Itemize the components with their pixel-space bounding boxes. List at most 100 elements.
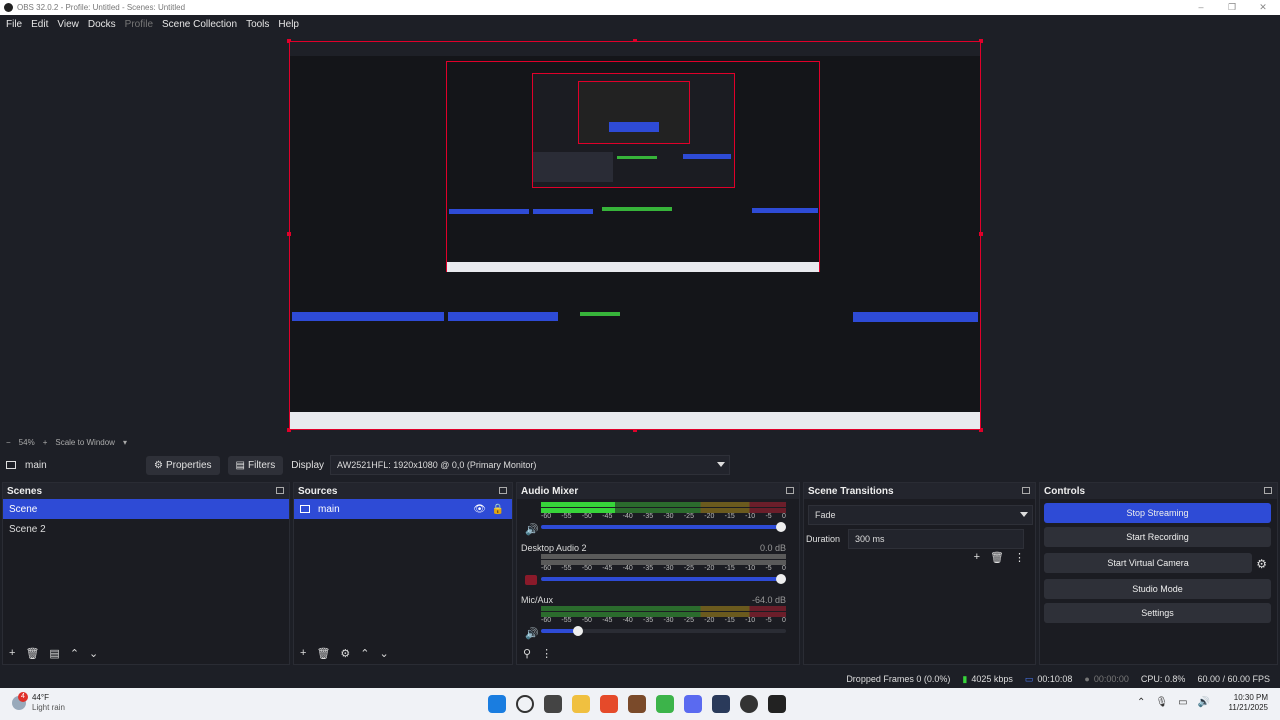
more-icon[interactable]: ⋮ xyxy=(541,647,552,660)
duration-label: Duration xyxy=(806,534,841,544)
windows-start-icon[interactable] xyxy=(488,695,506,713)
signal-icon: ▮ xyxy=(962,673,968,684)
rec-time-display: ● 00:00:00 xyxy=(1084,674,1128,684)
chevron-down-icon[interactable]: ▾ xyxy=(123,438,127,447)
nested-stop-button xyxy=(853,312,978,322)
undock-icon[interactable] xyxy=(786,487,794,494)
studio-mode-button[interactable]: Studio Mode xyxy=(1044,579,1271,599)
source-item[interactable]: main 👁 🔒 xyxy=(294,499,512,519)
search-icon[interactable] xyxy=(516,695,534,713)
start-recording-button[interactable]: Start Recording xyxy=(1044,527,1271,547)
move-up-icon[interactable]: ⌃ xyxy=(70,647,79,660)
muted-speaker-icon[interactable] xyxy=(525,575,537,585)
settings-button[interactable]: Settings xyxy=(1044,603,1271,623)
microphone-icon[interactable]: 🎙 xyxy=(1155,697,1168,708)
lock-icon[interactable]: 🔒 xyxy=(492,504,504,515)
more-icon[interactable]: ⋮ xyxy=(1014,551,1025,564)
minimize-button[interactable]: – xyxy=(1186,0,1216,15)
gear-icon[interactable]: ⚙ xyxy=(340,647,350,660)
scene-item-label: Scene 2 xyxy=(9,523,46,535)
menu-profile: Profile xyxy=(124,18,154,30)
scene-item[interactable]: Scene 2 xyxy=(3,519,289,539)
obs-icon[interactable] xyxy=(740,695,758,713)
duration-input[interactable]: 300 ms xyxy=(848,529,1025,549)
add-icon[interactable]: + xyxy=(9,647,15,660)
transitions-title: Scene Transitions xyxy=(808,485,894,497)
steam-icon[interactable] xyxy=(712,695,730,713)
clock[interactable]: 10:30 PM 11/21/2025 xyxy=(1229,693,1268,713)
volume-icon[interactable]: 🔊 xyxy=(1198,697,1210,708)
firefox-icon[interactable] xyxy=(628,695,646,713)
discord-icon[interactable] xyxy=(684,695,702,713)
network-icon[interactable]: ▭ xyxy=(1178,697,1187,708)
cpu-usage: CPU: 0.8% xyxy=(1140,674,1186,684)
scene-transitions-dock: Scene Transitions Fade Duration 300 ms +… xyxy=(803,482,1036,665)
filter-icon: ▤ xyxy=(235,459,245,471)
zoom-bar: − 54% + Scale to Window ▾ xyxy=(0,435,1280,449)
audio-channel: -60 -55 -50 -45 -40 -35 -30 -25 -20 -15 -10 -5 0 🔊 xyxy=(521,501,786,536)
transition-select-value: Fade xyxy=(815,510,836,520)
filters-button[interactable]: ▤ Filters xyxy=(227,455,284,475)
undock-icon[interactable] xyxy=(1022,487,1030,494)
virtual-camera-row: Start Virtual Camera ⚙ xyxy=(1040,551,1277,577)
transition-select[interactable]: Fade xyxy=(808,505,1033,525)
monitor-icon xyxy=(300,505,310,513)
preview-canvas[interactable] xyxy=(287,39,983,432)
trash-icon[interactable]: 🗑 xyxy=(316,647,330,660)
properties-button[interactable]: ⚙ Properties xyxy=(146,455,220,475)
audio-mixer-dock: Audio Mixer -60 -55 -50 -45 -40 -35 -30 -25 -20-… xyxy=(516,482,800,665)
undock-icon[interactable] xyxy=(499,487,507,494)
trash-icon[interactable]: 🗑 xyxy=(990,551,1004,564)
speaker-icon[interactable]: 🔊 xyxy=(525,523,539,536)
bitrate-display: ▮ 4025 kbps xyxy=(962,674,1013,685)
menu-scene-collection[interactable]: Scene Collection xyxy=(159,19,243,30)
start-virtual-camera-button[interactable]: Start Virtual Camera xyxy=(1044,553,1253,573)
fps-display: 60.00 / 60.00 FPS xyxy=(1197,674,1270,684)
display-select[interactable]: AW2521HFL: 1920x1080 @ 0,0 (Primary Moni… xyxy=(330,455,731,475)
app-icon[interactable] xyxy=(768,695,786,713)
maximize-button[interactable]: ❐ xyxy=(1217,0,1247,15)
zoom-in-button[interactable]: + xyxy=(43,438,48,447)
brave-browser-icon[interactable] xyxy=(600,695,618,713)
add-icon[interactable]: + xyxy=(300,647,306,660)
speaker-icon[interactable]: 🔊 xyxy=(525,627,539,640)
undock-icon[interactable] xyxy=(1264,487,1272,494)
menu-help[interactable]: Help xyxy=(275,19,305,30)
menu-edit[interactable]: Edit xyxy=(28,19,54,30)
undock-icon[interactable] xyxy=(276,487,284,494)
move-down-icon[interactable]: ⌄ xyxy=(380,647,389,660)
chevron-up-icon[interactable]: ⌃ xyxy=(1137,697,1145,708)
move-down-icon[interactable]: ⌄ xyxy=(89,647,98,660)
source-toolbar: main ⚙ Properties ▤ Filters Display AW25… xyxy=(0,452,1280,478)
add-icon[interactable]: + xyxy=(974,551,980,564)
volume-slider[interactable] xyxy=(541,574,786,584)
resize-handle[interactable] xyxy=(287,232,291,236)
trash-icon[interactable]: 🗑 xyxy=(25,647,39,660)
move-up-icon[interactable]: ⌃ xyxy=(360,647,369,660)
eye-icon[interactable]: 👁 xyxy=(473,504,486,515)
volume-slider[interactable] xyxy=(541,522,786,532)
gear-icon[interactable]: ⚙ xyxy=(1256,557,1267,571)
filter-icon[interactable]: ▤ xyxy=(49,647,59,660)
volume-meter xyxy=(541,606,786,611)
menu-docks[interactable]: Docks xyxy=(85,19,122,30)
file-explorer-icon[interactable] xyxy=(572,695,590,713)
task-view-icon[interactable] xyxy=(544,695,562,713)
menu-view[interactable]: View xyxy=(54,19,85,30)
link-icon[interactable]: ⚲ xyxy=(523,647,531,660)
scene-item[interactable]: Scene xyxy=(3,499,289,519)
nested-meter xyxy=(580,312,620,316)
weather-widget[interactable]: 4 44°F Light rain xyxy=(12,692,65,713)
volume-slider[interactable] xyxy=(541,626,786,636)
resize-handle[interactable] xyxy=(979,232,983,236)
menu-file[interactable]: File xyxy=(3,19,28,30)
zoom-out-button[interactable]: − xyxy=(6,438,11,447)
scenes-title: Scenes xyxy=(7,485,43,497)
close-button[interactable]: ✕ xyxy=(1248,0,1278,15)
password-manager-icon[interactable] xyxy=(656,695,674,713)
display-select-value: AW2521HFL: 1920x1080 @ 0,0 (Primary Moni… xyxy=(337,460,537,470)
menu-bar: File Edit View Docks Profile Scene Colle… xyxy=(0,15,1280,33)
stop-streaming-button[interactable]: Stop Streaming xyxy=(1044,503,1271,523)
scale-mode-label[interactable]: Scale to Window xyxy=(55,438,115,447)
menu-tools[interactable]: Tools xyxy=(243,19,275,30)
